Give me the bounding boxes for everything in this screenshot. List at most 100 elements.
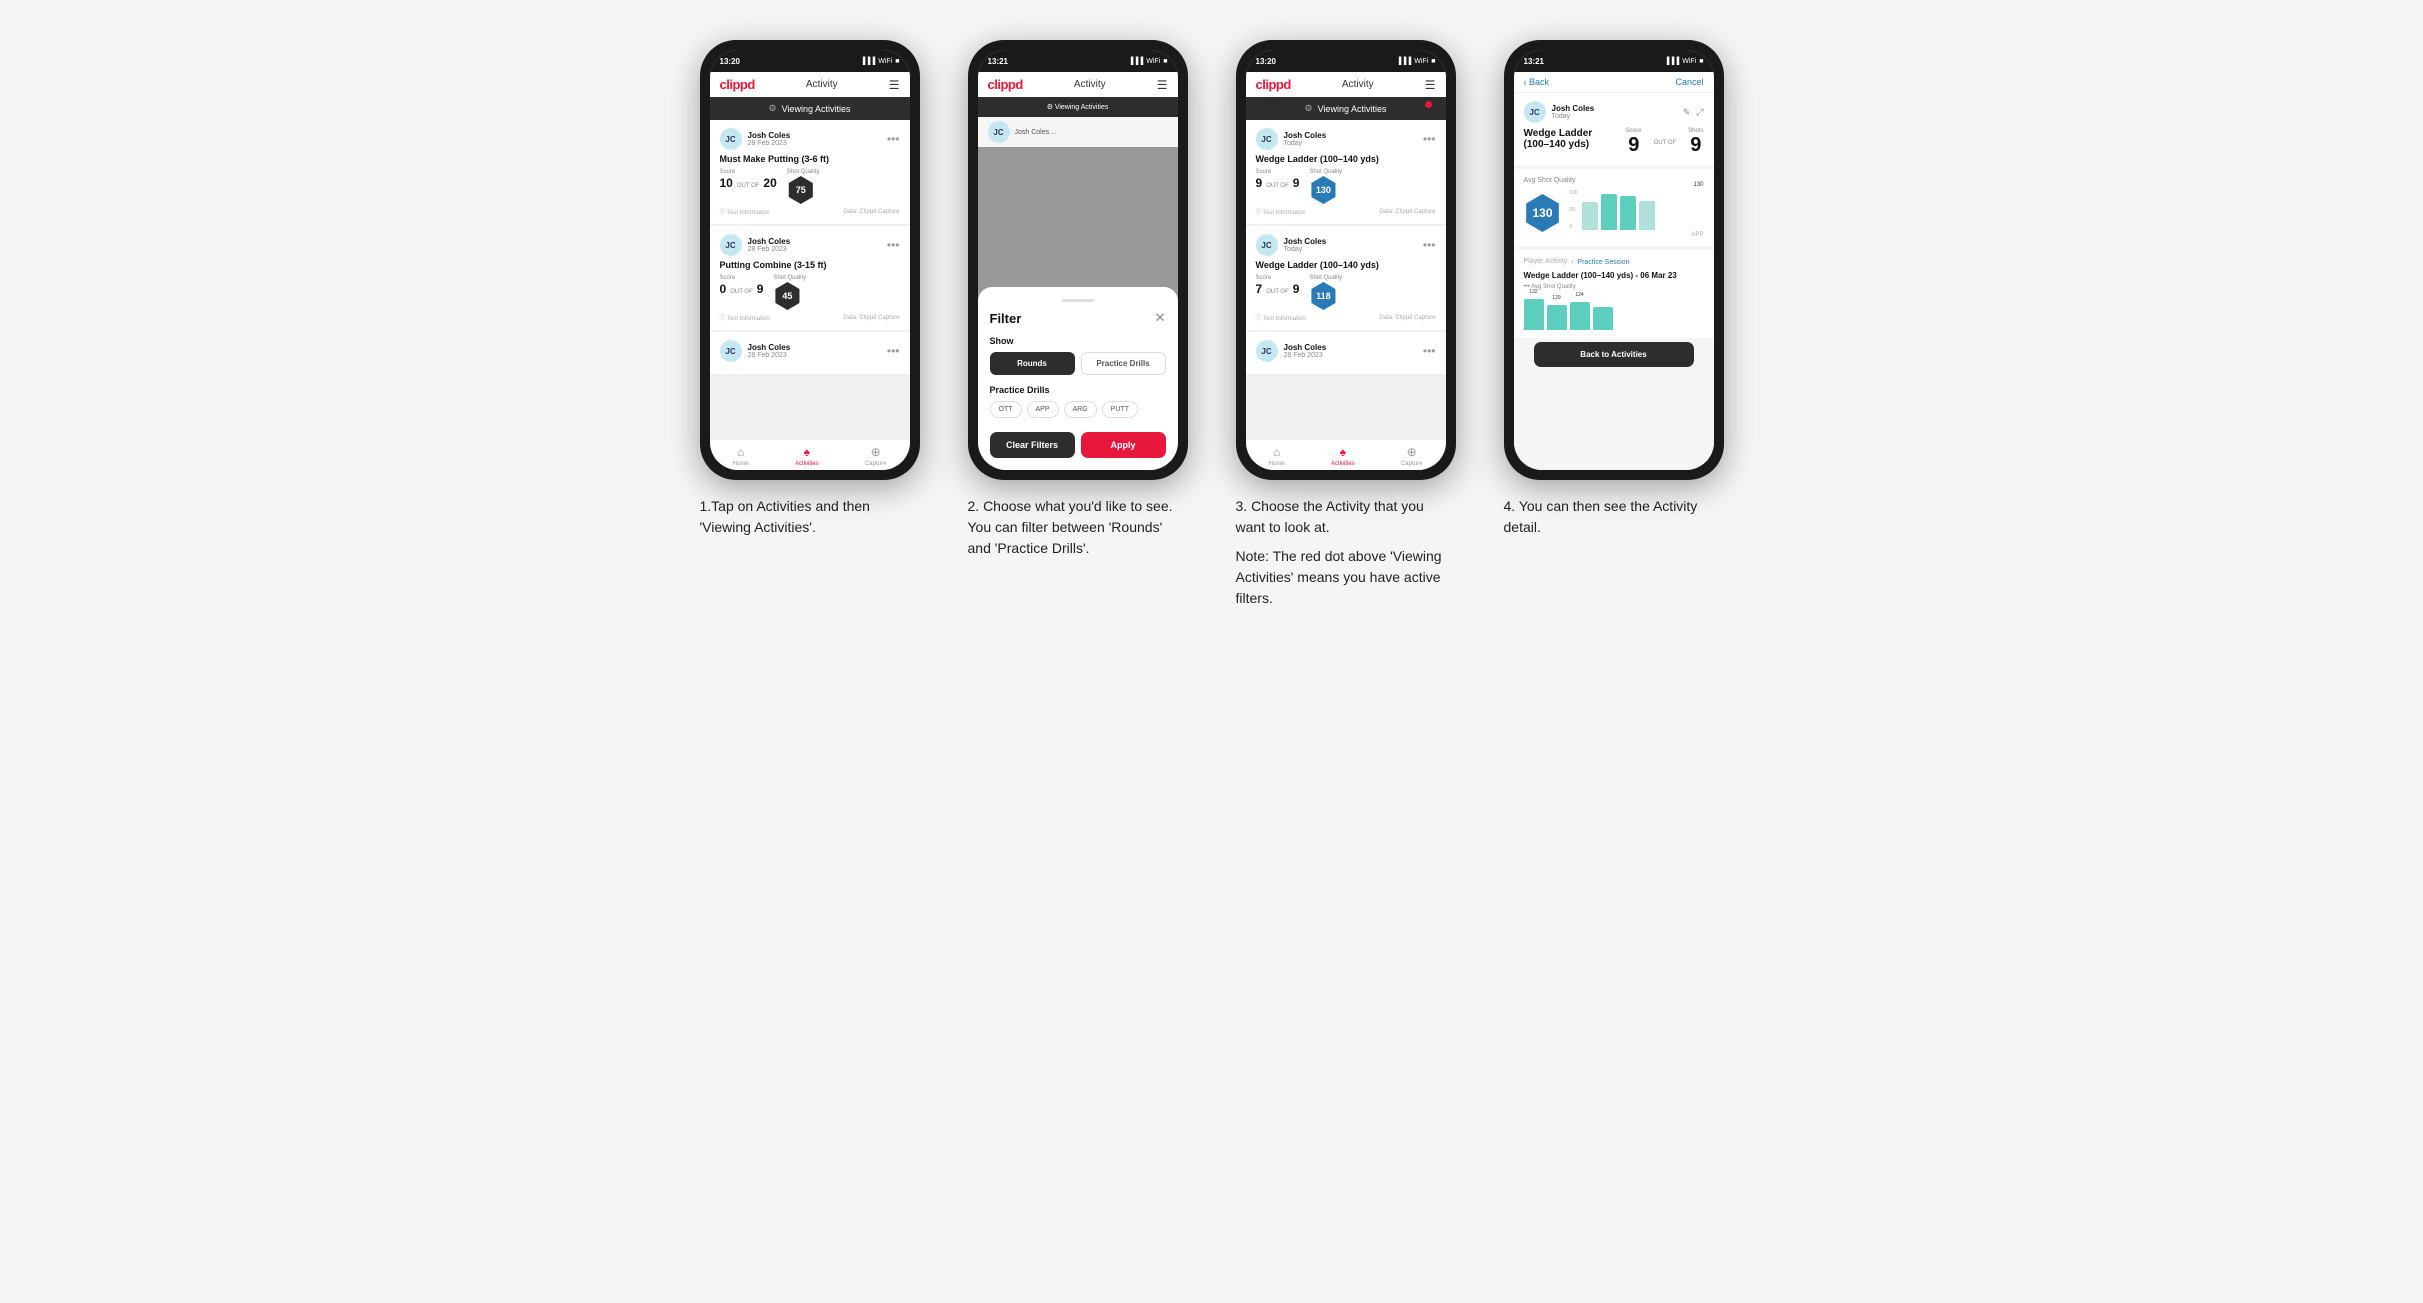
bottom-nav-3: ⌂ Home ♠ Activities ⊕ Capture [1246, 439, 1446, 470]
time-4: 13:21 [1524, 57, 1544, 66]
wifi-icon-2: WiFi [1146, 58, 1160, 65]
sq-row-4: 130 130 100 50 0 [1524, 188, 1704, 238]
signal-icon-3: ▐▐▐ [1396, 58, 1411, 65]
stat-score-1-1: Score 10 OUT OF 20 [720, 169, 777, 190]
time-3: 13:20 [1256, 57, 1276, 66]
sq-section-4: Avg Shot Quality 130 130 100 50 0 [1514, 169, 1714, 246]
outof-4: OUT OF [1654, 140, 1677, 146]
filter-overlay-2: Filter ✕ Show Rounds Practice Drills Pra… [978, 147, 1178, 470]
home-label-3: Home [1269, 461, 1285, 467]
caption-4: 4. You can then see the Activity detail. [1504, 496, 1724, 538]
phone-1: 13:20 ▐▐▐ WiFi ■ clippd Activity ☰ ⚙ [700, 40, 920, 480]
shots-big-4: 9 [1688, 134, 1703, 157]
more-dots-1-1[interactable]: ••• [887, 132, 900, 146]
toggle-rounds-2[interactable]: Rounds [990, 352, 1075, 375]
viewing-banner-3[interactable]: ⚙ Viewing Activities [1246, 97, 1446, 120]
menu-icon-1[interactable]: ☰ [889, 78, 900, 92]
back-btn-4[interactable]: ‹ Back [1524, 77, 1550, 87]
hexagon-3-1: 130 [1309, 176, 1337, 204]
activity-title-3-1: Wedge Ladder (100–140 yds) [1256, 154, 1436, 164]
filter-header-2: Filter ✕ [990, 310, 1166, 326]
session-label-4: Player Activity [1524, 258, 1568, 265]
avatar-3-1: JC [1256, 128, 1278, 150]
expand-icon-4[interactable]: ⤢ [1696, 107, 1703, 118]
viewing-banner-1[interactable]: ⚙ Viewing Activities [710, 97, 910, 120]
mini-bar-4-2: 129 [1547, 305, 1567, 330]
sq-label-3-2: Shot Quality [1309, 275, 1342, 281]
more-dots-3-3[interactable]: ••• [1423, 344, 1436, 358]
activity-card-1-2[interactable]: JC Josh Coles 28 Feb 2023 ••• Putting Co… [710, 226, 910, 330]
toggle-row-2: Rounds Practice Drills [990, 352, 1166, 375]
user-details-1-1: Josh Coles 28 Feb 2023 [748, 131, 791, 148]
stat-sq-1-2: Shot Quality 45 [773, 275, 806, 310]
footer-left-1-1: ⓘ Test Information [720, 207, 770, 216]
detail-user-info-4: JC Josh Coles Today [1524, 101, 1595, 123]
session-section-4: Player Activity › Practice Session Wedge… [1514, 250, 1714, 338]
user-name-3-2: Josh Coles [1284, 237, 1327, 247]
app-header-1: clippd Activity ☰ [710, 72, 910, 97]
hexagon-1-1: 75 [787, 176, 815, 204]
score-inline-3-2: 7 OUT OF 9 [1256, 282, 1300, 296]
show-label-2: Show [990, 336, 1166, 346]
stats-row-1-1: Score 10 OUT OF 20 Shot Quality 75 [720, 169, 900, 204]
activity-card-3-1[interactable]: JC Josh Coles Today ••• Wedge Ladder (10… [1246, 120, 1446, 224]
pill-ott-2[interactable]: OTT [990, 401, 1022, 418]
mini-chart-4: 132 129 124 [1524, 295, 1704, 330]
bottom-nav-1: ⌂ Home ♠ Activities ⊕ Capture [710, 439, 910, 470]
activity-card-1-3[interactable]: JC Josh Coles 28 Feb 2023 ••• [710, 332, 910, 374]
activity-card-3-3[interactable]: JC Josh Coles 28 Feb 2023 ••• [1246, 332, 1446, 374]
edit-icon-4[interactable]: ✎ [1683, 107, 1691, 118]
session-link-4[interactable]: Practice Session [1577, 259, 1629, 266]
card-header-1-3: JC Josh Coles 28 Feb 2023 ••• [720, 340, 900, 362]
pill-app-2[interactable]: APP [1027, 401, 1059, 418]
user-details-3-1: Josh Coles Today [1284, 131, 1327, 148]
y-100: 100 [1570, 190, 1578, 196]
user-date-1-1: 28 Feb 2023 [748, 140, 791, 147]
more-dots-1-3[interactable]: ••• [887, 344, 900, 358]
avatar-3-3: JC [1256, 340, 1278, 362]
notch-pill-4 [1589, 52, 1639, 62]
score-val-1-1: 10 [720, 176, 733, 190]
apply-btn-2[interactable]: Apply [1081, 432, 1166, 458]
activity-card-1-1[interactable]: JC Josh Coles 28 Feb 2023 ••• Must Make … [710, 120, 910, 224]
capture-label-3: Capture [1401, 461, 1422, 467]
pill-arg-2[interactable]: ARG [1064, 401, 1097, 418]
nav-activities-3[interactable]: ♠ Activities [1331, 445, 1355, 467]
user-peek-2: JC Josh Coles ... [978, 117, 1178, 147]
nav-home-3[interactable]: ⌂ Home [1269, 445, 1285, 467]
user-info-3-3: JC Josh Coles 28 Feb 2023 [1256, 340, 1327, 362]
filter-title-2: Filter [990, 311, 1022, 326]
hexagon-1-2: 45 [773, 282, 801, 310]
header-title-3: Activity [1342, 79, 1374, 90]
more-dots-3-2[interactable]: ••• [1423, 238, 1436, 252]
score-val-1-2: 0 [720, 282, 727, 296]
drill-title-4: Wedge Ladder(100–140 yds) [1524, 128, 1593, 150]
menu-icon-3[interactable]: ☰ [1425, 78, 1436, 92]
session-arrow-4: › [1571, 259, 1573, 266]
score-col-4: Score 9 [1626, 128, 1642, 157]
back-activities-btn-4[interactable]: Back to Activities [1534, 342, 1694, 367]
nav-home-1[interactable]: ⌂ Home [733, 445, 749, 467]
capture-icon-1: ⊕ [871, 445, 881, 459]
back-btn-container-4: Back to Activities [1514, 342, 1714, 383]
cancel-btn-4[interactable]: Cancel [1675, 77, 1703, 87]
nav-capture-1[interactable]: ⊕ Capture [865, 445, 886, 467]
pill-putt-2[interactable]: PUTT [1102, 401, 1138, 418]
more-dots-3-1[interactable]: ••• [1423, 132, 1436, 146]
menu-icon-2[interactable]: ☰ [1157, 78, 1168, 92]
header-title-1: Activity [806, 79, 838, 90]
more-dots-1-2[interactable]: ••• [887, 238, 900, 252]
card-footer-1-2: ⓘ Test Information Data: Clippd Capture [720, 313, 900, 322]
clear-filters-btn-2[interactable]: Clear Filters [990, 432, 1075, 458]
footer-left-1-2: ⓘ Test Information [720, 313, 770, 322]
mini-bar-label-4-2: 129 [1552, 295, 1560, 301]
user-name-3-1: Josh Coles [1284, 131, 1327, 141]
activity-card-3-2[interactable]: JC Josh Coles Today ••• Wedge Ladder (10… [1246, 226, 1446, 330]
chart-container-4: 100 50 0 [1570, 190, 1704, 230]
activities-label-1: Activities [795, 461, 819, 467]
nav-activities-1[interactable]: ♠ Activities [795, 445, 819, 467]
toggle-practice-2[interactable]: Practice Drills [1081, 352, 1166, 375]
nav-capture-3[interactable]: ⊕ Capture [1401, 445, 1422, 467]
close-btn-2[interactable]: ✕ [1155, 310, 1166, 326]
battery-icon-3: ■ [1431, 58, 1435, 65]
